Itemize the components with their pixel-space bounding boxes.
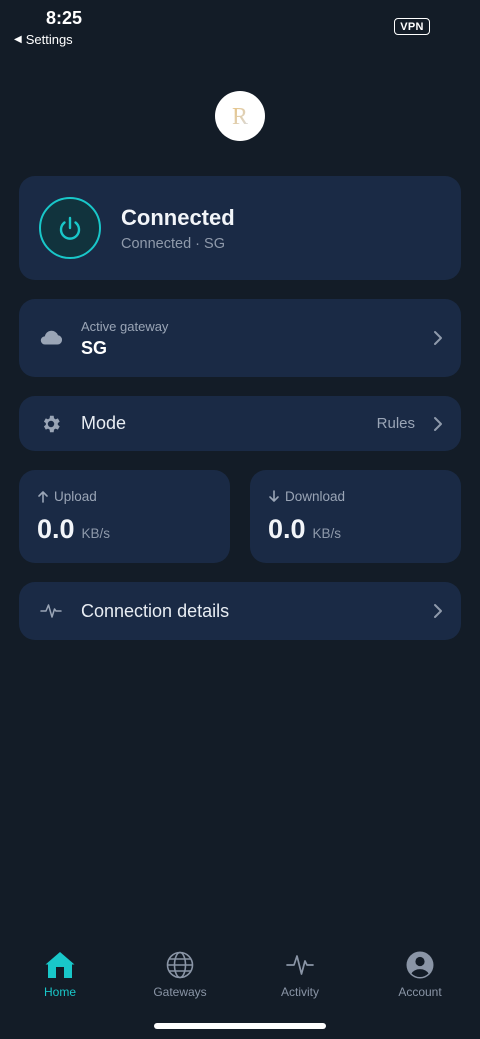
download-unit: KB/s xyxy=(312,526,342,541)
gear-icon xyxy=(39,412,63,436)
download-value-group: 0.0 KB/s xyxy=(268,514,341,545)
home-icon xyxy=(44,949,76,981)
back-label: Settings xyxy=(25,32,73,47)
vpn-badge: VPN xyxy=(394,18,430,35)
chevron-right-icon xyxy=(434,604,442,618)
tab-gateways-label: Gateways xyxy=(153,985,207,999)
tab-activity-label: Activity xyxy=(280,985,319,999)
gateway-label: Active gateway xyxy=(81,319,169,334)
upload-value-group: 0.0 KB/s xyxy=(37,514,110,545)
tab-account-label: Account xyxy=(398,985,442,999)
chevron-right-icon xyxy=(434,417,442,431)
chevron-right-icon xyxy=(434,331,442,345)
bottom-tab-bar: Home Gateways Activity Account xyxy=(0,940,480,1010)
account-icon xyxy=(404,949,436,981)
tab-home[interactable]: Home xyxy=(0,940,120,999)
download-label: Download xyxy=(285,489,346,504)
upload-value: 0.0 xyxy=(37,514,75,544)
tab-activity[interactable]: Activity xyxy=(240,940,360,999)
upload-stat-card: Upload 0.0 KB/s xyxy=(19,470,230,563)
download-stat-card: Download 0.0 KB/s xyxy=(250,470,461,563)
app-logo: R xyxy=(215,91,265,141)
power-icon xyxy=(59,216,81,240)
globe-icon xyxy=(164,949,196,981)
power-button[interactable] xyxy=(39,197,101,259)
gateway-value: SG xyxy=(81,338,108,358)
home-indicator xyxy=(154,1023,326,1029)
active-gateway-row[interactable]: Active gateway SG xyxy=(19,299,461,377)
upload-label: Upload xyxy=(54,489,97,504)
app-logo-letter: R xyxy=(232,104,248,130)
cloud-icon xyxy=(39,326,63,350)
back-to-settings-link[interactable]: ◀ Settings xyxy=(14,32,73,47)
tab-gateways[interactable]: Gateways xyxy=(120,940,240,999)
mode-label: Mode xyxy=(81,413,127,433)
connection-status-title: Connected xyxy=(121,205,235,230)
mode-value: Rules xyxy=(376,415,415,432)
connection-details-label: Connection details xyxy=(81,601,230,621)
mode-row[interactable]: Mode Rules xyxy=(19,396,461,451)
tab-account[interactable]: Account xyxy=(360,940,480,999)
pulse-icon xyxy=(39,599,63,623)
arrow-up-icon xyxy=(38,491,48,503)
upload-header: Upload xyxy=(37,489,97,504)
download-value: 0.0 xyxy=(268,514,306,544)
connection-card: Connected Connected · SG xyxy=(19,176,461,280)
status-time: 8:25 xyxy=(46,8,83,28)
back-caret-icon: ◀ xyxy=(14,34,22,45)
status-bar: 8:25 ◀ Settings VPN xyxy=(0,0,480,56)
app-logo-mark: R xyxy=(232,104,248,130)
connection-status-subtitle: Connected · SG xyxy=(121,236,225,252)
upload-unit: KB/s xyxy=(81,526,111,541)
connection-details-row[interactable]: Connection details xyxy=(19,582,461,640)
arrow-down-icon xyxy=(269,490,279,502)
tab-home-label: Home xyxy=(43,985,76,999)
download-header: Download xyxy=(268,489,345,504)
pulse-icon xyxy=(284,949,316,981)
